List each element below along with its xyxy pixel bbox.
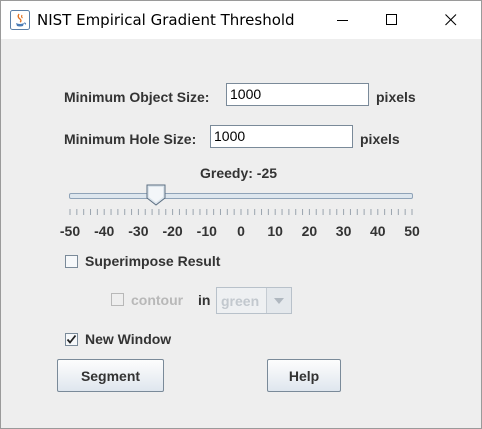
superimpose-label: Superimpose Result [85, 253, 221, 269]
slider-tick-label: -30 [128, 223, 149, 239]
contour-label: contour [131, 292, 184, 308]
new-window-checkbox[interactable] [65, 333, 78, 346]
slider-tick-label: -50 [59, 223, 81, 239]
greedy-slider-thumb[interactable] [146, 184, 166, 206]
superimpose-checkbox[interactable] [65, 255, 78, 268]
slider-tick-label: -20 [162, 223, 183, 239]
slider-tick-label: 0 [237, 223, 245, 239]
minimize-icon [337, 20, 348, 21]
slider-tick-label: -10 [196, 223, 217, 239]
close-icon [445, 14, 457, 26]
slider-tick-label: 50 [404, 223, 420, 239]
dropdown-arrow-button[interactable] [266, 288, 291, 313]
checkmark-icon [66, 334, 77, 344]
segment-button[interactable]: Segment [57, 359, 164, 392]
min-hole-size-input[interactable]: 1000 [210, 125, 353, 148]
min-hole-size-unit: pixels [360, 131, 400, 147]
dialog-window: NIST Empirical Gradient Threshold Minimu… [0, 0, 482, 429]
min-object-size-label: Minimum Object Size: [64, 89, 210, 105]
new-window-label: New Window [85, 331, 172, 347]
contour-checkbox[interactable] [111, 293, 124, 306]
maximize-button[interactable] [369, 1, 415, 39]
greedy-label: Greedy: -25 [200, 165, 278, 181]
slider-tick-label: 30 [335, 223, 352, 239]
slider-tick-label: -40 [94, 223, 115, 239]
min-hole-size-label: Minimum Hole Size: [64, 131, 197, 147]
greedy-slider-track[interactable] [69, 193, 413, 199]
slider-tick-label: 20 [301, 223, 318, 239]
chevron-down-icon [274, 297, 284, 304]
help-button[interactable]: Help [267, 359, 341, 392]
min-object-size-input[interactable]: 1000 [226, 83, 369, 106]
slider-tick-label: 10 [267, 223, 283, 239]
close-button[interactable] [428, 1, 474, 39]
minimize-button[interactable] [320, 1, 366, 39]
contour-color-value: green [221, 293, 260, 309]
slider-tick-label: 40 [370, 223, 386, 239]
maximize-icon [386, 14, 397, 25]
contour-in-label: in [198, 292, 211, 308]
title-bar: NIST Empirical Gradient Threshold [1, 1, 481, 39]
greedy-slider-ticks [69, 209, 413, 215]
window-title: NIST Empirical Gradient Threshold [37, 11, 295, 29]
contour-color-select[interactable]: green [216, 287, 292, 314]
java-app-icon [10, 10, 30, 30]
min-object-size-unit: pixels [376, 89, 416, 105]
